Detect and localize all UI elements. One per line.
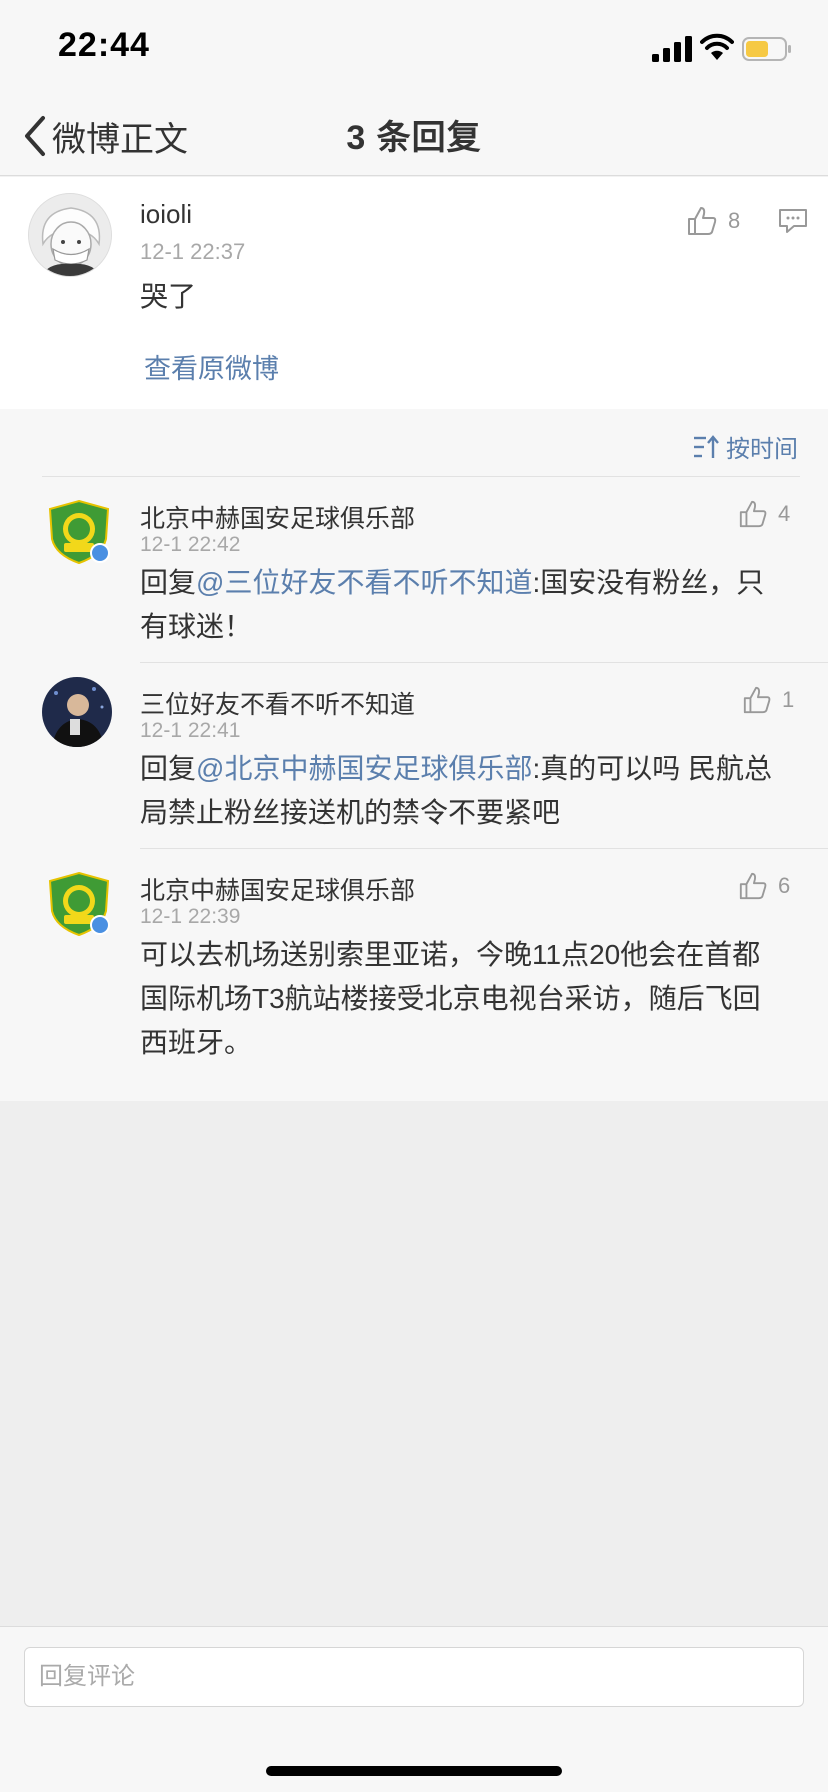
reply-username[interactable]: 北京中赫国安足球俱乐部 bbox=[140, 499, 415, 535]
reply-text-line2: 局禁止粉丝接送机的禁令不要紧吧 bbox=[140, 797, 561, 828]
comment-username[interactable]: ioioli bbox=[140, 199, 192, 230]
empty-area bbox=[0, 1101, 828, 1626]
home-indicator[interactable] bbox=[266, 1766, 562, 1776]
sort-button[interactable]: 按时间 bbox=[692, 429, 798, 464]
reply-item: 北京中赫国安足球俱乐部 12-1 22:42 回复@三位好友不看不听不知道:国安… bbox=[0, 477, 828, 662]
reply-username[interactable]: 三位好友不看不听不知道 bbox=[140, 685, 415, 721]
reply-username[interactable]: 北京中赫国安足球俱乐部 bbox=[140, 871, 415, 907]
like-button[interactable]: 4 bbox=[738, 499, 790, 529]
reply-text-line3: 西班牙。 bbox=[140, 1027, 253, 1058]
thumbs-up-icon bbox=[743, 686, 771, 714]
back-label: 微博正文 bbox=[52, 120, 188, 159]
reply-item: 北京中赫国安足球俱乐部 12-1 22:39 可以去机场送别索里亚诺，今晚11点… bbox=[0, 849, 828, 1101]
verified-badge-icon bbox=[90, 915, 110, 935]
reply-timestamp: 12-1 22:39 bbox=[140, 905, 241, 928]
reply-text: 回复@三位好友不看不听不知道:国安没有粉丝，只 有球迷！ bbox=[140, 561, 780, 649]
view-original-link[interactable]: 查看原微博 bbox=[144, 347, 279, 386]
wifi-icon bbox=[700, 33, 734, 60]
replies-section: 按时间 北京中赫国安足球俱乐部 12-1 22:42 回复@三位好友不看不听不知… bbox=[0, 409, 828, 1101]
back-chevron-icon bbox=[25, 116, 45, 156]
main-comment: ioioli 12-1 22:37 哭了 查看原微博 8 bbox=[0, 177, 828, 409]
reply-text: 可以去机场送别索里亚诺，今晚11点20他会在首都 国际机场T3航站楼接受北京电视… bbox=[140, 933, 790, 1065]
reply-item: 三位好友不看不听不知道 12-1 22:41 回复@北京中赫国安足球俱乐部:真的… bbox=[0, 663, 828, 848]
mention-link[interactable]: @三位好友不看不听不知道 bbox=[196, 567, 532, 598]
reply-text: 回复@北京中赫国安足球俱乐部:真的可以吗 民航总 局禁止粉丝接送机的禁令不要紧吧 bbox=[140, 747, 780, 835]
avatar[interactable] bbox=[28, 193, 112, 277]
signal-icon bbox=[652, 36, 692, 62]
like-count: 1 bbox=[782, 687, 795, 712]
thumbs-up-icon bbox=[739, 500, 767, 528]
mention-link[interactable]: @北京中赫国安足球俱乐部 bbox=[196, 753, 532, 784]
reply-text-line2: 有球迷！ bbox=[140, 611, 253, 642]
reply-prefix: 回复 bbox=[140, 567, 197, 598]
comment-text: 哭了 bbox=[140, 281, 197, 312]
reply-prefix: 回复 bbox=[140, 753, 197, 784]
reply-text-line1: :国安没有粉丝，只 bbox=[532, 567, 765, 598]
nav-bar: 3 条回复 微博正文 bbox=[0, 96, 828, 176]
comment-timestamp: 12-1 22:37 bbox=[140, 239, 246, 264]
avatar[interactable] bbox=[42, 677, 112, 747]
reply-timestamp: 12-1 22:41 bbox=[140, 719, 241, 742]
like-count: 4 bbox=[778, 501, 791, 526]
like-count: 6 bbox=[778, 873, 791, 898]
battery-icon bbox=[742, 37, 791, 61]
reply-text-line1: :真的可以吗 民航总 bbox=[532, 753, 773, 784]
status-time: 22:44 bbox=[58, 26, 150, 64]
sort-label: 按时间 bbox=[726, 436, 798, 463]
reply-text-line1: 可以去机场送别索里亚诺，今晚11点20他会在首都 bbox=[140, 939, 761, 970]
reply-timestamp: 12-1 22:42 bbox=[140, 533, 241, 556]
comment-icon[interactable] bbox=[778, 207, 808, 235]
like-button[interactable]: 8 bbox=[686, 205, 740, 237]
thumbs-up-icon bbox=[739, 872, 767, 900]
reply-text-line2: 国际机场T3航站楼接受北京电视台采访，随后飞回 bbox=[140, 983, 761, 1014]
avatar-illustration bbox=[29, 194, 111, 276]
back-button[interactable]: 微博正文 bbox=[22, 110, 188, 162]
like-button[interactable]: 6 bbox=[738, 871, 790, 901]
avatar-photo bbox=[42, 677, 112, 747]
like-button[interactable]: 1 bbox=[742, 685, 794, 715]
club-avatar[interactable] bbox=[46, 871, 112, 937]
verified-badge-icon bbox=[90, 543, 110, 563]
club-avatar[interactable] bbox=[46, 499, 112, 565]
status-bar: 22:44 bbox=[0, 0, 828, 96]
like-count: 8 bbox=[728, 208, 741, 233]
sort-time-icon bbox=[694, 434, 719, 458]
reply-comment-input[interactable] bbox=[24, 1647, 804, 1707]
thumbs-up-icon bbox=[688, 207, 717, 235]
